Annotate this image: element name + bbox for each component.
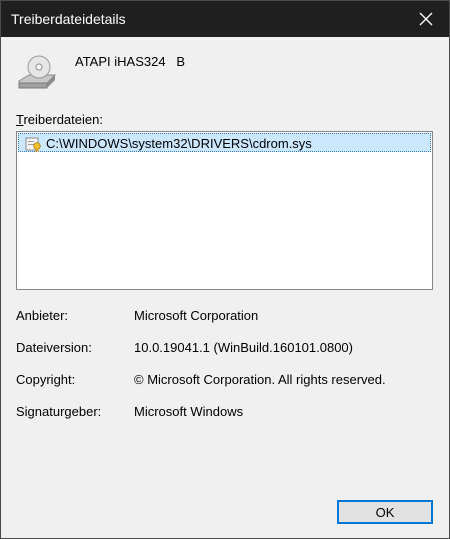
signer-value: Microsoft Windows <box>134 404 244 419</box>
signer-label: Signaturgeber: <box>16 404 102 419</box>
device-name: ATAPI iHAS324 B <box>75 54 186 69</box>
list-item[interactable]: C:\WINDOWS\system32\DRIVERS\cdrom.sys <box>18 133 431 152</box>
file-version-label: Dateiversion: <box>16 340 92 355</box>
driver-file-details-dialog: Treiberdateidetails ATAPI iHAS324 B Trei… <box>0 0 450 539</box>
copyright-value: © Microsoft Corporation. All rights rese… <box>134 372 386 387</box>
ok-button[interactable]: OK <box>337 500 433 524</box>
copyright-label: Copyright: <box>16 372 76 387</box>
provider-value: Microsoft Corporation <box>134 308 259 323</box>
file-version-value: 10.0.19041.1 (WinBuild.160101.0800) <box>134 340 353 355</box>
close-button[interactable] <box>403 1 449 37</box>
title-bar[interactable]: Treiberdateidetails <box>1 1 449 37</box>
driver-files-list[interactable]: C:\WINDOWS\system32\DRIVERS\cdrom.sys <box>16 131 433 290</box>
close-icon <box>419 12 433 26</box>
ok-button-label: OK <box>375 504 395 520</box>
signed-driver-file-icon <box>25 137 41 152</box>
driver-files-label: Treiberdateien: <box>16 112 103 127</box>
window-title: Treiberdateidetails <box>11 11 126 27</box>
optical-drive-icon <box>18 55 57 89</box>
provider-label: Anbieter: <box>16 308 69 323</box>
driver-file-path: C:\WINDOWS\system32\DRIVERS\cdrom.sys <box>46 136 312 151</box>
driver-files-label-text: reiberdateien: <box>23 112 103 127</box>
